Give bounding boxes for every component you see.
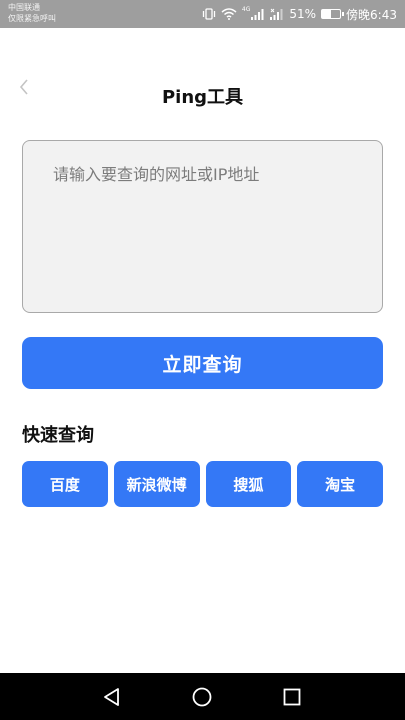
system-nav-bar (0, 673, 405, 720)
quick-query-baidu-button[interactable]: 百度 (22, 461, 108, 507)
battery-percent: 51% (289, 7, 317, 21)
carrier-name: 中国联通 (8, 3, 40, 12)
network-type-label: 4G (241, 6, 251, 13)
quick-query-buttons: 百度 新浪微博 搜狐 淘宝 (22, 461, 383, 507)
square-recents-icon[interactable] (280, 685, 304, 709)
no-sim-signal-icon (270, 8, 283, 20)
status-icons: 4G 51% 傍晚6:43 (202, 6, 397, 22)
quick-query-title: 快速查询 (22, 425, 94, 446)
page-title: Ping工具 (161, 87, 244, 108)
carrier-status: 仅限紧急呼叫 (8, 14, 56, 23)
query-now-button[interactable]: 立即查询 (22, 337, 383, 389)
quick-query-weibo-button[interactable]: 新浪微博 (113, 461, 200, 507)
carrier-info: 中国联通 仅限紧急呼叫 (8, 2, 56, 24)
wifi-icon (221, 8, 237, 20)
status-bar: 中国联通 仅限紧急呼叫 4G 51% 傍晚6:43 (0, 0, 405, 28)
clock: 傍晚6:43 (346, 7, 397, 22)
signal-icon (251, 9, 264, 20)
quick-query-taobao-button[interactable]: 淘宝 (297, 461, 383, 507)
battery-icon (321, 9, 345, 19)
quick-query-sohu-button[interactable]: 搜狐 (205, 461, 292, 507)
vibrate-icon (202, 8, 216, 20)
battery-level-fill (322, 10, 332, 18)
circle-home-icon[interactable] (190, 685, 214, 709)
url-ip-input[interactable] (22, 140, 383, 313)
triangle-back-icon[interactable] (100, 685, 124, 709)
